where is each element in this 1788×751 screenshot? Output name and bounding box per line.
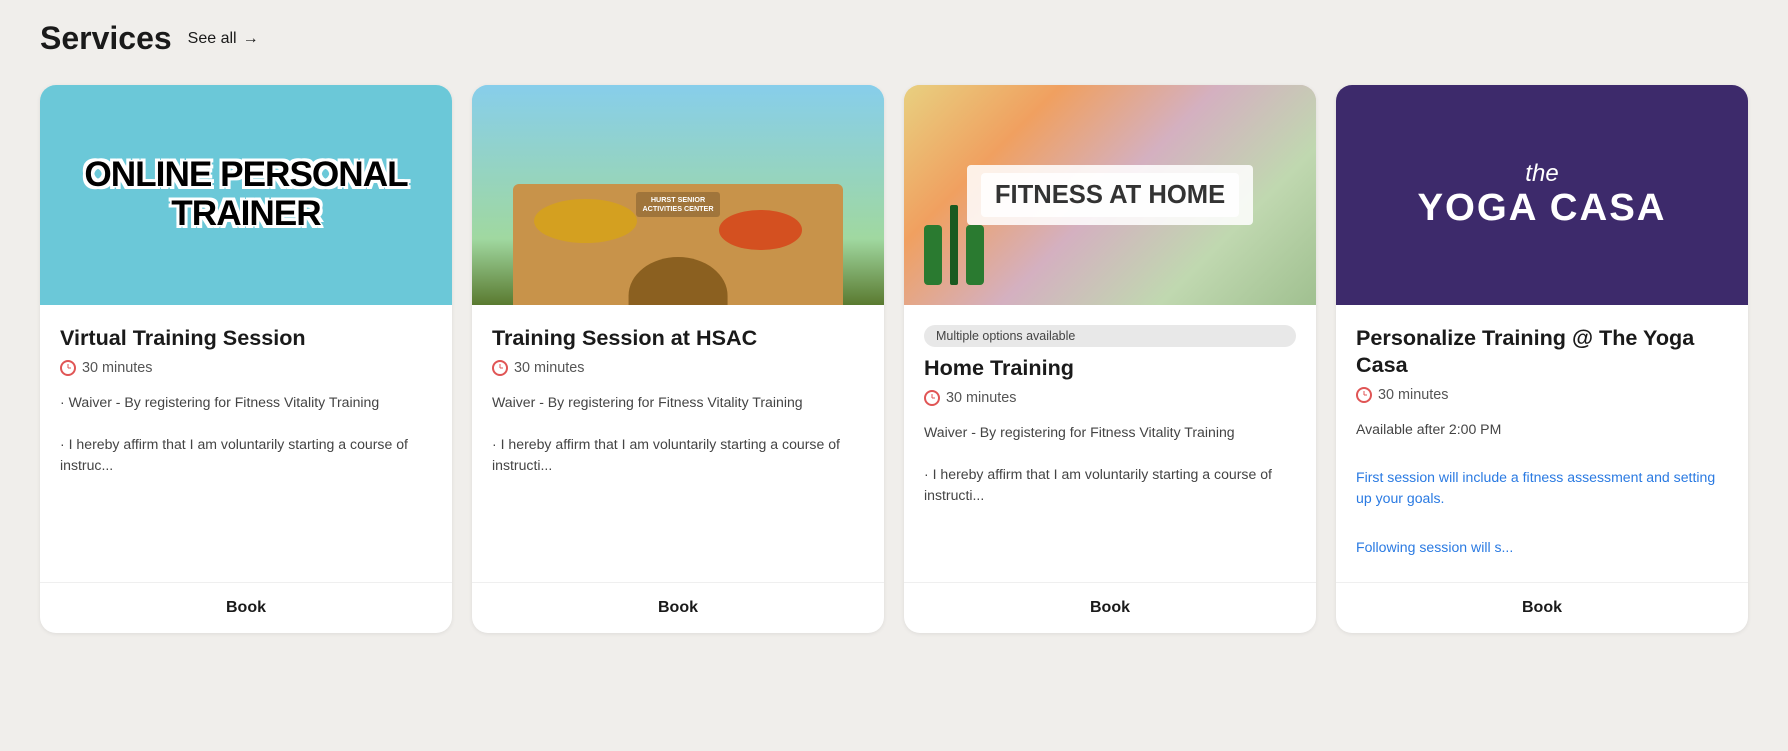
duration-label-yoga: 30 minutes <box>1378 387 1448 403</box>
card-image-yoga: the YOGA CASA <box>1336 85 1748 305</box>
see-all-label: See all <box>188 30 237 48</box>
clock-icon-home <box>924 390 940 406</box>
cards-grid: ONLINE PERSONAL TRAINER Virtual Training… <box>40 85 1748 633</box>
book-button-yoga[interactable]: Book <box>1356 599 1728 617</box>
extra-link1-yoga: First session will include a fitness ass… <box>1356 467 1728 509</box>
card-description-hsac: Waiver - By registering for Fitness Vita… <box>492 392 864 558</box>
yoga-image-text: the YOGA CASA <box>1417 161 1666 230</box>
card-duration-virtual: 30 minutes <box>60 360 432 376</box>
duration-label-home: 30 minutes <box>946 390 1016 406</box>
yoga-main-label: YOGA CASA <box>1417 187 1666 229</box>
card-body-home: Multiple options available Home Training… <box>904 305 1316 566</box>
card-duration-yoga: 30 minutes <box>1356 387 1728 403</box>
card-duration-home: 30 minutes <box>924 390 1296 406</box>
card-footer-hsac: Book <box>472 582 884 633</box>
card-footer-virtual: Book <box>40 582 452 633</box>
card-hsac: HURST SENIORACTIVITIES CENTER Training S… <box>472 85 884 633</box>
card-description-home: Waiver - By registering for Fitness Vita… <box>924 422 1296 558</box>
card-title-yoga: Personalize Training @ The Yoga Casa <box>1356 325 1728 379</box>
card-image-home: FITNESS AT HOME <box>904 85 1316 305</box>
clock-icon-yoga <box>1356 387 1372 403</box>
page-title: Services <box>40 20 172 57</box>
virtual-image-text: ONLINE PERSONAL TRAINER <box>40 156 452 233</box>
book-button-home[interactable]: Book <box>924 599 1296 617</box>
book-button-virtual[interactable]: Book <box>60 599 432 617</box>
header: Services See all → <box>40 20 1748 57</box>
see-all-link[interactable]: See all → <box>188 30 259 48</box>
card-body-hsac: Training Session at HSAC 30 minutes Waiv… <box>472 305 884 566</box>
card-description-virtual: · Waiver - By registering for Fitness Vi… <box>60 392 432 558</box>
card-body-yoga: Personalize Training @ The Yoga Casa 30 … <box>1336 305 1748 566</box>
page-wrapper: Services See all → ONLINE PERSONAL TRAIN… <box>0 0 1788 673</box>
card-title-home: Home Training <box>924 355 1296 382</box>
card-home: FITNESS AT HOME Multiple options availab… <box>904 85 1316 633</box>
card-title-hsac: Training Session at HSAC <box>492 325 864 352</box>
arrow-icon: → <box>243 30 259 48</box>
clock-icon-virtual <box>60 360 76 376</box>
available-note-yoga: Available after 2:00 PM <box>1356 419 1728 440</box>
card-badge-home: Multiple options available <box>924 325 1296 347</box>
card-title-virtual: Virtual Training Session <box>60 325 432 352</box>
card-footer-yoga: Book <box>1336 582 1748 633</box>
card-duration-hsac: 30 minutes <box>492 360 864 376</box>
clock-icon-hsac <box>492 360 508 376</box>
book-button-hsac[interactable]: Book <box>492 599 864 617</box>
card-image-virtual: ONLINE PERSONAL TRAINER <box>40 85 452 305</box>
card-yoga: the YOGA CASA Personalize Training @ The… <box>1336 85 1748 633</box>
card-description-yoga: Available after 2:00 PM First session wi… <box>1356 419 1728 558</box>
extra-link2-yoga: Following session will s... <box>1356 537 1728 558</box>
card-footer-home: Book <box>904 582 1316 633</box>
card-virtual: ONLINE PERSONAL TRAINER Virtual Training… <box>40 85 452 633</box>
duration-label-virtual: 30 minutes <box>82 360 152 376</box>
duration-label-hsac: 30 minutes <box>514 360 584 376</box>
card-body-virtual: Virtual Training Session 30 minutes · Wa… <box>40 305 452 566</box>
yoga-the-label: the <box>1417 161 1666 187</box>
card-image-hsac: HURST SENIORACTIVITIES CENTER <box>472 85 884 305</box>
